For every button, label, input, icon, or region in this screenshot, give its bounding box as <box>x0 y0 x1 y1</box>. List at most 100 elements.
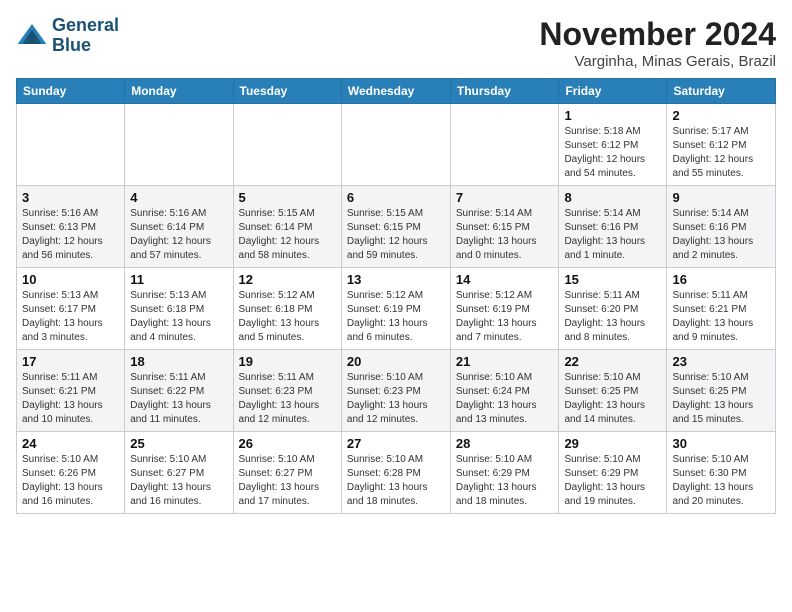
day-number: 29 <box>564 436 661 451</box>
calendar-header: Sunday Monday Tuesday Wednesday Thursday… <box>17 79 776 104</box>
calendar-week-3: 10Sunrise: 5:13 AM Sunset: 6:17 PM Dayli… <box>17 268 776 350</box>
calendar-cell: 6 Sunrise: 5:15 AM Sunset: 6:15 PM Daylig… <box>341 186 450 268</box>
col-friday: Friday <box>559 79 667 104</box>
col-saturday: Saturday <box>667 79 776 104</box>
day-number: 22 <box>564 354 661 369</box>
col-monday: Monday <box>125 79 233 104</box>
day-number: 15 <box>564 272 661 287</box>
day-info: Sunrise: 5:15 AM Sunset: 6:15 PM Dayligh… <box>347 207 445 263</box>
calendar-cell: 22 Sunrise: 5:10 AM Sunset: 6:25 PM Dayli… <box>559 350 667 432</box>
day-number: 6 <box>347 190 445 205</box>
col-sunday: Sunday <box>17 79 125 104</box>
day-info: Sunrise: 5:13 AM Sunset: 6:18 PM Dayligh… <box>130 289 227 345</box>
day-number: 28 <box>456 436 554 451</box>
calendar-cell: 9 Sunrise: 5:14 AM Sunset: 6:16 PM Daylig… <box>667 186 776 268</box>
day-number: 11 <box>130 272 227 287</box>
day-info: Sunrise: 5:11 AM Sunset: 6:23 PM Dayligh… <box>239 371 336 427</box>
day-info: Sunrise: 5:17 AM Sunset: 6:12 PM Dayligh… <box>672 125 770 181</box>
day-number: 17 <box>22 354 119 369</box>
calendar-cell: 26 Sunrise: 5:10 AM Sunset: 6:27 PM Dayli… <box>233 432 341 514</box>
calendar-cell: 4 Sunrise: 5:16 AM Sunset: 6:14 PM Daylig… <box>125 186 233 268</box>
calendar-cell: 14Sunrise: 5:12 AM Sunset: 6:19 PM Dayli… <box>450 268 559 350</box>
calendar-cell: 15 Sunrise: 5:11 AM Sunset: 6:20 PM Dayli… <box>559 268 667 350</box>
calendar-cell: 28Sunrise: 5:10 AM Sunset: 6:29 PM Dayli… <box>450 432 559 514</box>
calendar-cell <box>17 104 125 186</box>
calendar-cell: 27 Sunrise: 5:10 AM Sunset: 6:28 PM Dayli… <box>341 432 450 514</box>
day-number: 2 <box>672 108 770 123</box>
day-info: Sunrise: 5:12 AM Sunset: 6:18 PM Dayligh… <box>239 289 336 345</box>
page-header: General Blue November 2024 Varginha, Min… <box>16 16 776 70</box>
day-number: 21 <box>456 354 554 369</box>
day-info: Sunrise: 5:11 AM Sunset: 6:22 PM Dayligh… <box>130 371 227 427</box>
col-tuesday: Tuesday <box>233 79 341 104</box>
calendar-cell: 29 Sunrise: 5:10 AM Sunset: 6:29 PM Dayli… <box>559 432 667 514</box>
logo: General Blue <box>16 16 119 56</box>
day-info: Sunrise: 5:10 AM Sunset: 6:25 PM Dayligh… <box>564 371 661 427</box>
calendar-cell: 20Sunrise: 5:10 AM Sunset: 6:23 PM Dayli… <box>341 350 450 432</box>
day-info: Sunrise: 5:10 AM Sunset: 6:30 PM Dayligh… <box>672 453 770 509</box>
calendar-cell <box>233 104 341 186</box>
month-year: November 2024 <box>539 16 776 53</box>
day-info: Sunrise: 5:11 AM Sunset: 6:21 PM Dayligh… <box>672 289 770 345</box>
day-info: Sunrise: 5:10 AM Sunset: 6:27 PM Dayligh… <box>239 453 336 509</box>
col-wednesday: Wednesday <box>341 79 450 104</box>
location: Varginha, Minas Gerais, Brazil <box>539 53 776 70</box>
calendar-cell <box>341 104 450 186</box>
day-number: 16 <box>672 272 770 287</box>
day-number: 27 <box>347 436 445 451</box>
calendar-cell: 17 Sunrise: 5:11 AM Sunset: 6:21 PM Dayli… <box>17 350 125 432</box>
calendar-cell: 1Sunrise: 5:18 AM Sunset: 6:12 PM Daylig… <box>559 104 667 186</box>
day-number: 25 <box>130 436 227 451</box>
calendar-cell: 25Sunrise: 5:10 AM Sunset: 6:27 PM Dayli… <box>125 432 233 514</box>
calendar-body: 1Sunrise: 5:18 AM Sunset: 6:12 PM Daylig… <box>17 104 776 514</box>
day-number: 23 <box>672 354 770 369</box>
calendar-cell: 13Sunrise: 5:12 AM Sunset: 6:19 PM Dayli… <box>341 268 450 350</box>
day-info: Sunrise: 5:12 AM Sunset: 6:19 PM Dayligh… <box>456 289 554 345</box>
logo-icon <box>16 20 48 52</box>
day-info: Sunrise: 5:16 AM Sunset: 6:13 PM Dayligh… <box>22 207 119 263</box>
calendar-week-2: 3 Sunrise: 5:16 AM Sunset: 6:13 PM Daylig… <box>17 186 776 268</box>
day-number: 9 <box>672 190 770 205</box>
calendar-cell: 11 Sunrise: 5:13 AM Sunset: 6:18 PM Dayli… <box>125 268 233 350</box>
day-info: Sunrise: 5:10 AM Sunset: 6:29 PM Dayligh… <box>564 453 661 509</box>
day-number: 19 <box>239 354 336 369</box>
calendar-cell: 7 Sunrise: 5:14 AM Sunset: 6:15 PM Daylig… <box>450 186 559 268</box>
calendar-cell <box>450 104 559 186</box>
day-info: Sunrise: 5:15 AM Sunset: 6:14 PM Dayligh… <box>239 207 336 263</box>
day-info: Sunrise: 5:14 AM Sunset: 6:16 PM Dayligh… <box>672 207 770 263</box>
calendar-cell: 10Sunrise: 5:13 AM Sunset: 6:17 PM Dayli… <box>17 268 125 350</box>
calendar-cell: 3 Sunrise: 5:16 AM Sunset: 6:13 PM Daylig… <box>17 186 125 268</box>
day-info: Sunrise: 5:14 AM Sunset: 6:15 PM Dayligh… <box>456 207 554 263</box>
calendar-cell: 2 Sunrise: 5:17 AM Sunset: 6:12 PM Daylig… <box>667 104 776 186</box>
title-block: November 2024 Varginha, Minas Gerais, Br… <box>539 16 776 70</box>
day-info: Sunrise: 5:11 AM Sunset: 6:20 PM Dayligh… <box>564 289 661 345</box>
day-number: 10 <box>22 272 119 287</box>
day-info: Sunrise: 5:10 AM Sunset: 6:26 PM Dayligh… <box>22 453 119 509</box>
day-info: Sunrise: 5:10 AM Sunset: 6:28 PM Dayligh… <box>347 453 445 509</box>
col-thursday: Thursday <box>450 79 559 104</box>
day-number: 1 <box>564 108 661 123</box>
calendar-table: Sunday Monday Tuesday Wednesday Thursday… <box>16 78 776 514</box>
day-info: Sunrise: 5:16 AM Sunset: 6:14 PM Dayligh… <box>130 207 227 263</box>
day-number: 5 <box>239 190 336 205</box>
day-number: 24 <box>22 436 119 451</box>
day-info: Sunrise: 5:14 AM Sunset: 6:16 PM Dayligh… <box>564 207 661 263</box>
day-number: 3 <box>22 190 119 205</box>
logo-text: General Blue <box>52 16 119 56</box>
calendar-week-5: 24 Sunrise: 5:10 AM Sunset: 6:26 PM Dayli… <box>17 432 776 514</box>
calendar-cell: 12 Sunrise: 5:12 AM Sunset: 6:18 PM Dayli… <box>233 268 341 350</box>
day-number: 12 <box>239 272 336 287</box>
day-number: 18 <box>130 354 227 369</box>
calendar-cell: 5 Sunrise: 5:15 AM Sunset: 6:14 PM Daylig… <box>233 186 341 268</box>
day-info: Sunrise: 5:10 AM Sunset: 6:25 PM Dayligh… <box>672 371 770 427</box>
day-number: 20 <box>347 354 445 369</box>
day-number: 7 <box>456 190 554 205</box>
calendar-cell: 21Sunrise: 5:10 AM Sunset: 6:24 PM Dayli… <box>450 350 559 432</box>
day-info: Sunrise: 5:11 AM Sunset: 6:21 PM Dayligh… <box>22 371 119 427</box>
calendar-week-4: 17 Sunrise: 5:11 AM Sunset: 6:21 PM Dayli… <box>17 350 776 432</box>
day-number: 4 <box>130 190 227 205</box>
calendar-cell: 16 Sunrise: 5:11 AM Sunset: 6:21 PM Dayli… <box>667 268 776 350</box>
day-number: 26 <box>239 436 336 451</box>
calendar-cell: 8Sunrise: 5:14 AM Sunset: 6:16 PM Daylig… <box>559 186 667 268</box>
calendar-cell: 24 Sunrise: 5:10 AM Sunset: 6:26 PM Dayli… <box>17 432 125 514</box>
